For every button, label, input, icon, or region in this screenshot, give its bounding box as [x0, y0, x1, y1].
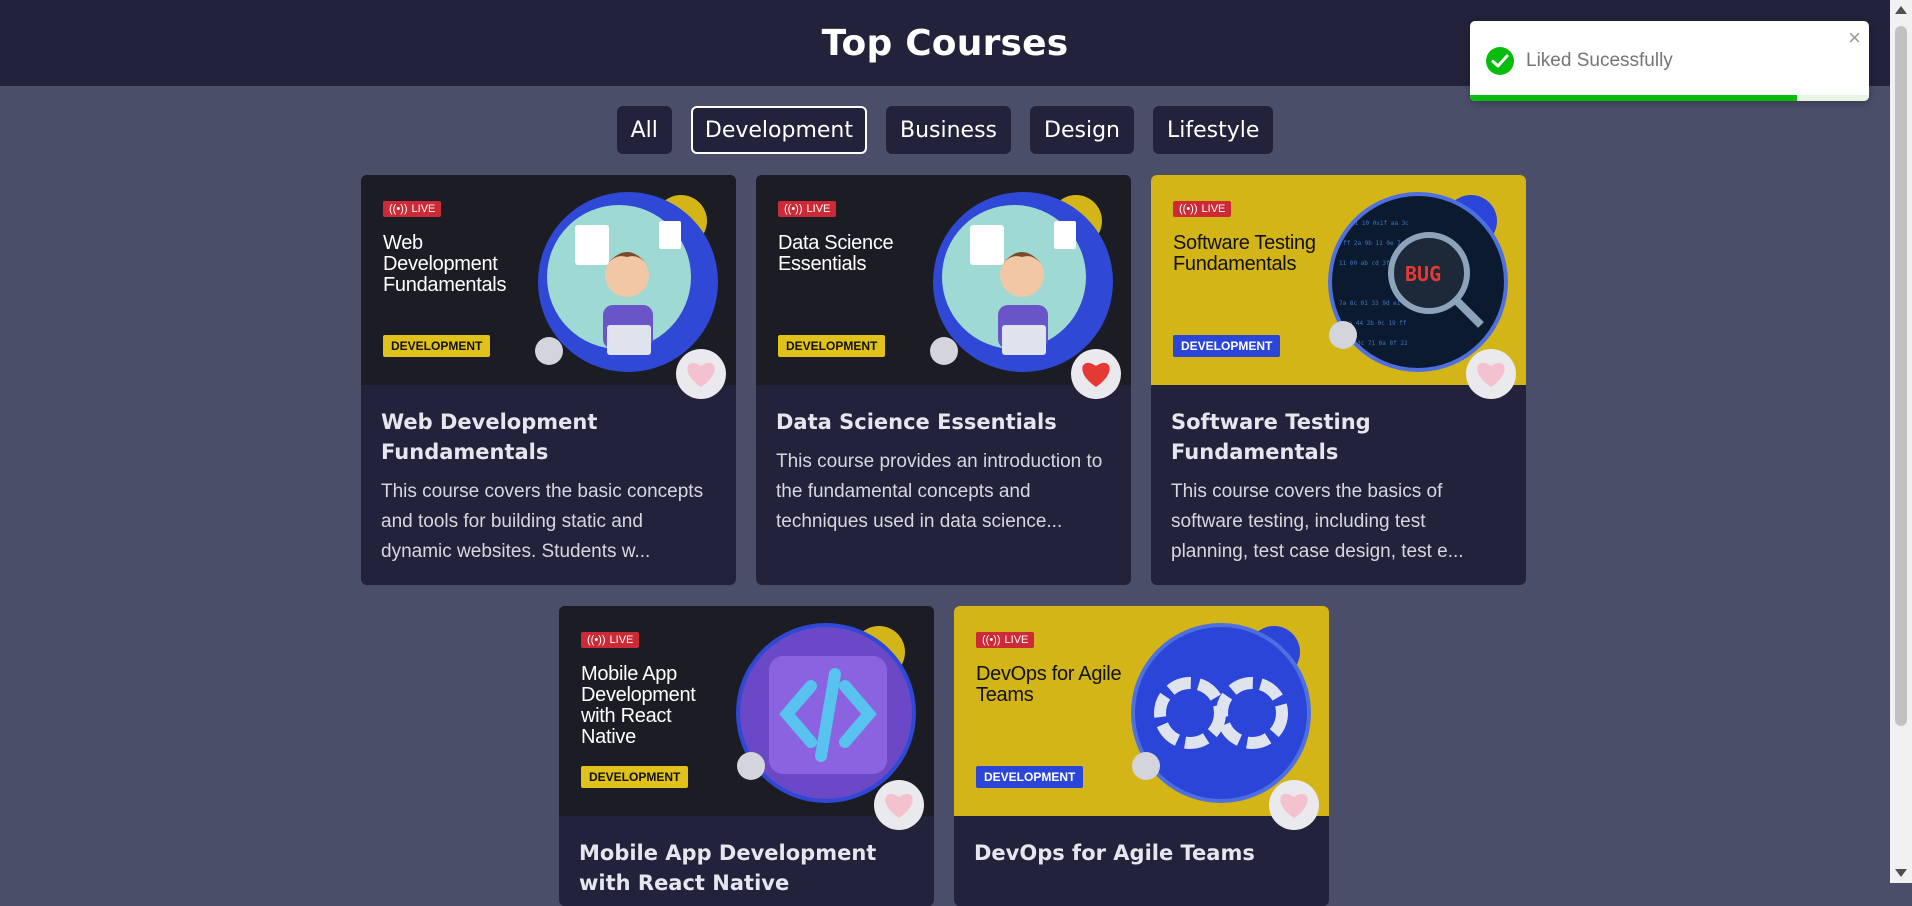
- live-badge: ((•)) LIVE: [383, 201, 442, 217]
- scroll-down-arrow-icon[interactable]: [1895, 869, 1907, 877]
- like-button[interactable]: [1269, 780, 1319, 830]
- toast-message: Liked Sucessfully: [1526, 50, 1673, 71]
- course-thumbnail: ((•)) LIVE DevOps for Agile Teams DEVELOP…: [954, 606, 1329, 830]
- category-badge: DEVELOPMENT: [581, 766, 689, 788]
- category-filters: All Development Business Design Lifestyl…: [0, 106, 1890, 154]
- live-badge: ((•)) LIVE: [778, 201, 837, 217]
- course-title[interactable]: Mobile App Development with React Native: [579, 838, 914, 898]
- thumbnail-title: Mobile App Development with React Native: [581, 663, 696, 748]
- like-button[interactable]: [1071, 349, 1121, 399]
- live-badge: ((•)) LIVE: [976, 632, 1035, 648]
- category-badge: DEVELOPMENT: [976, 766, 1084, 788]
- toast-progress-bar: [1470, 95, 1798, 101]
- svg-text:01 10 0x1f aa 3c: 01 10 0x1f aa 3c: [1351, 220, 1409, 227]
- svg-text:3c 71 0a 8f 22: 3c 71 0a 8f 22: [1357, 340, 1408, 347]
- check-circle-icon: [1486, 47, 1514, 75]
- course-card: ((•)) LIVE Data Science Essentials DEVELO…: [756, 175, 1131, 585]
- course-title[interactable]: Software Testing Fundamentals: [1171, 407, 1506, 467]
- page-title: Top Courses: [821, 22, 1069, 64]
- course-description: This course covers the basic concepts an…: [381, 481, 704, 562]
- course-thumbnail: ((•)) LIVE Data Science Essentials DEVELO…: [756, 175, 1131, 399]
- scroll-up-arrow-icon[interactable]: [1895, 6, 1907, 14]
- like-button[interactable]: [874, 780, 924, 830]
- svg-text:7a 8c 01 33 9d e1: 7a 8c 01 33 9d e1: [1339, 300, 1401, 307]
- heart-icon: [1477, 362, 1505, 387]
- filter-all-button[interactable]: All: [616, 106, 672, 154]
- category-badge: DEVELOPMENT: [383, 335, 491, 357]
- filter-design-button[interactable]: Design: [1030, 106, 1134, 154]
- course-title[interactable]: DevOps for Agile Teams: [974, 838, 1309, 868]
- svg-text:BUG: BUG: [1405, 262, 1441, 286]
- course-thumbnail: ((•)) LIVE Software Testing Fundamentals …: [1151, 175, 1526, 399]
- course-card: ((•)) LIVE Software Testing Fundamentals …: [1151, 175, 1526, 585]
- heart-icon: [885, 793, 913, 818]
- category-badge: DEVELOPMENT: [1173, 335, 1281, 357]
- course-thumbnail: ((•)) LIVE Mobile App Development with Re…: [559, 606, 934, 830]
- course-description: This course provides an introduction to …: [776, 451, 1103, 532]
- like-button[interactable]: [676, 349, 726, 399]
- broadcast-icon: ((•)): [784, 203, 803, 215]
- like-button[interactable]: [1466, 349, 1516, 399]
- thumbnail-title: Software Testing Fundamentals: [1173, 232, 1316, 275]
- live-badge: ((•)) LIVE: [581, 632, 640, 648]
- svg-text:aa 44 2b 0c 19 ff: aa 44 2b 0c 19 ff: [1345, 320, 1407, 327]
- heart-icon: [687, 362, 715, 387]
- broadcast-icon: ((•)): [1179, 203, 1198, 215]
- page-scrollbar[interactable]: [1890, 0, 1912, 883]
- course-description: This course covers the basics of softwar…: [1171, 481, 1464, 562]
- thumbnail-title: DevOps for Agile Teams: [976, 663, 1122, 706]
- course-card: ((•)) LIVE Mobile App Development with Re…: [559, 606, 934, 906]
- course-thumbnail: ((•)) LIVE Web Development Fundamentals D…: [361, 175, 736, 399]
- scrollbar-thumb[interactable]: [1895, 26, 1907, 726]
- filter-business-button[interactable]: Business: [886, 106, 1012, 154]
- success-toast[interactable]: Liked Sucessfully ×: [1470, 21, 1869, 101]
- course-card: ((•)) LIVE DevOps for Agile Teams DEVELOP…: [954, 606, 1329, 906]
- svg-text:ff 2a 9b 11 0e 7c: ff 2a 9b 11 0e 7c: [1343, 240, 1405, 247]
- live-badge: ((•)) LIVE: [1173, 201, 1232, 217]
- category-badge: DEVELOPMENT: [778, 335, 886, 357]
- close-icon[interactable]: ×: [1848, 25, 1861, 51]
- heart-icon: [1082, 362, 1110, 387]
- course-card: ((•)) LIVE Web Development Fundamentals D…: [361, 175, 736, 585]
- filter-lifestyle-button[interactable]: Lifestyle: [1152, 106, 1274, 154]
- course-title[interactable]: Data Science Essentials: [776, 407, 1111, 437]
- broadcast-icon: ((•)): [587, 634, 606, 646]
- course-title[interactable]: Web Development Fundamentals: [381, 407, 716, 467]
- thumbnail-title: Data Science Essentials: [778, 232, 894, 275]
- broadcast-icon: ((•)): [982, 634, 1001, 646]
- heart-icon: [1280, 793, 1308, 818]
- broadcast-icon: ((•)): [389, 203, 408, 215]
- filter-development-button[interactable]: Development: [690, 106, 867, 154]
- thumbnail-title: Web Development Fundamentals: [383, 232, 507, 296]
